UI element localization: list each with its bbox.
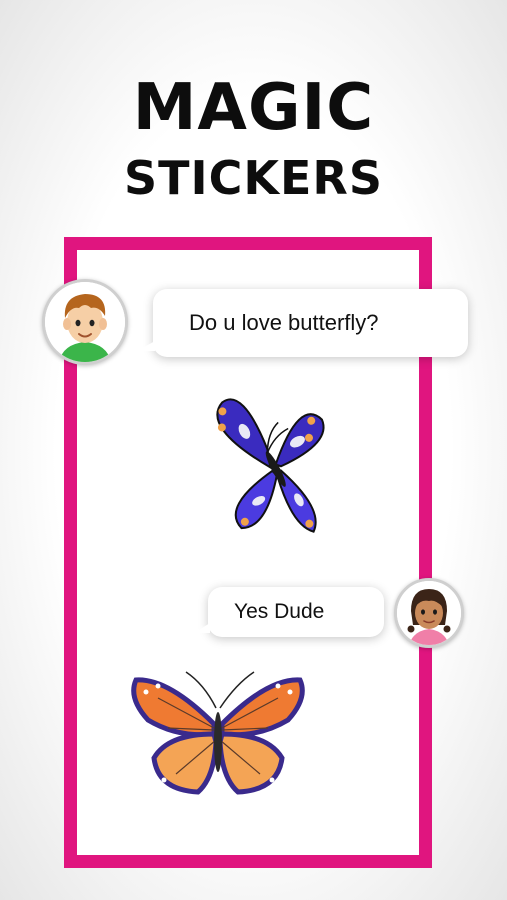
message-text-2: Yes Dude [234, 600, 325, 623]
title-magic: MAGIC [132, 71, 375, 145]
chat-bubble-question: Do u love butterfly? [137, 289, 468, 357]
message-text-1: Do u love butterfly? [189, 310, 379, 335]
title-stickers: STICKERS [123, 151, 383, 205]
girl-avatar-icon [394, 578, 464, 648]
chat-bubble-reply: Yes Dude [194, 587, 384, 637]
orange-butterfly-icon[interactable] [128, 668, 308, 798]
bubble-tail [137, 341, 155, 351]
blue-butterfly-icon[interactable] [188, 378, 358, 553]
boy-avatar-icon [42, 279, 128, 365]
bubble-tail [194, 623, 210, 633]
